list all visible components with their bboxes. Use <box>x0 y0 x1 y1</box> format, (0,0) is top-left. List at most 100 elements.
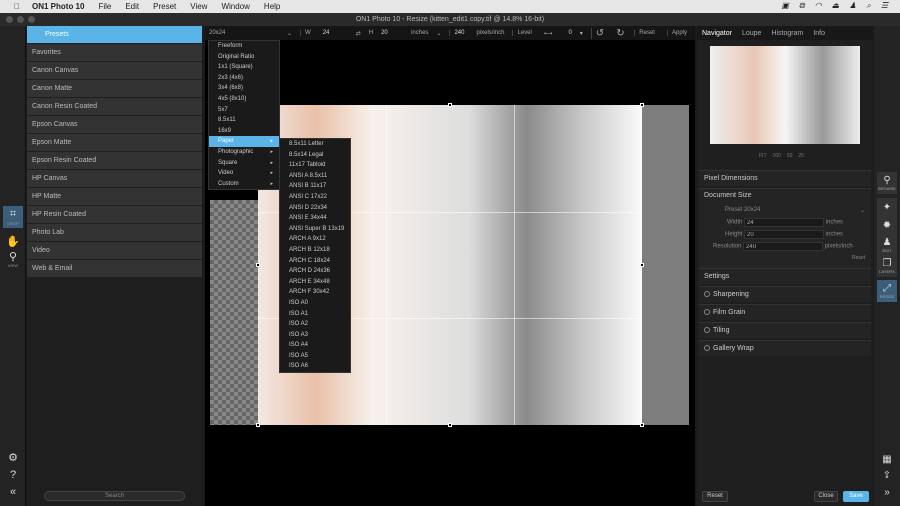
crop-menu-item[interactable]: 5x7 <box>209 105 279 116</box>
crop-tool[interactable]: ⌗ CROP <box>3 206 23 228</box>
crop-menu-item[interactable]: 4x5 (8x10) <box>209 94 279 105</box>
eject-icon[interactable]: ⏏ <box>832 1 840 11</box>
menu-file[interactable]: File <box>98 2 111 11</box>
preset-category[interactable]: Canon Resin Coated <box>27 98 202 115</box>
apple-icon[interactable]:  <box>14 2 20 11</box>
doc-height-input[interactable] <box>744 230 825 239</box>
paper-size-item[interactable]: ANSI C 17x22 <box>280 192 350 203</box>
preset-category[interactable]: Canon Canvas <box>27 62 202 79</box>
crop-menu-item[interactable]: 3x4 (6x8) <box>209 83 279 94</box>
pixel-dimensions-header[interactable]: Pixel Dimensions <box>699 170 871 186</box>
preset-category[interactable]: Video <box>27 242 202 259</box>
crop-menu-item[interactable]: 1x1 (Square) <box>209 62 279 73</box>
navigator-preview[interactable] <box>710 46 860 144</box>
crop-menu-item[interactable]: Custom ▸ <box>209 179 279 190</box>
paper-size-item[interactable]: ISO A6 <box>280 361 350 372</box>
paper-size-item[interactable]: ARCH A 9x12 <box>280 234 350 245</box>
crop-handle[interactable] <box>256 263 260 267</box>
doc-height-unit[interactable]: inches <box>826 232 843 238</box>
paper-size-item[interactable]: ARCH E 34x48 <box>280 277 350 288</box>
preset-category[interactable]: Epson Resin Coated <box>27 152 202 169</box>
resize-module-button[interactable]: ⤢ RESIZE <box>877 280 897 302</box>
width-input[interactable]: 24 <box>323 30 348 36</box>
zoom-100[interactable]: 100 <box>773 153 781 159</box>
crop-handle[interactable] <box>448 103 452 107</box>
minimize-window-button[interactable] <box>17 16 24 23</box>
preset-category[interactable]: Canon Matte <box>27 80 202 97</box>
crop-menu-item[interactable]: 16x9 <box>209 126 279 137</box>
rotate-angle-select[interactable]: 0 <box>568 30 571 36</box>
document-size-header[interactable]: Document Size <box>704 192 751 199</box>
zoom-window-button[interactable] <box>28 16 35 23</box>
edit-module-button[interactable]: ♟ EDIT <box>877 234 897 256</box>
preset-category[interactable]: Epson Canvas <box>27 116 202 133</box>
display-icon[interactable]: ⧉ <box>799 1 805 11</box>
effects-button[interactable]: ✦ <box>877 198 897 216</box>
rotate-right-icon[interactable]: ↻ <box>616 28 624 39</box>
layers-module-button[interactable]: ❐ LAYERS <box>877 255 897 277</box>
preset-search-input[interactable]: Search <box>44 491 185 501</box>
chevron-down-icon[interactable]: ⌄ <box>287 30 292 37</box>
paper-size-item[interactable]: ANSI Super B 13x19 <box>280 224 350 235</box>
doc-width-unit[interactable]: inches <box>826 220 843 226</box>
height-input[interactable]: 20 <box>381 30 403 36</box>
crop-menu-item[interactable]: 2x3 (4x6) <box>209 73 279 84</box>
crop-handle[interactable] <box>640 423 644 427</box>
crop-menu-item[interactable]: 8.5x11 <box>209 115 279 126</box>
rotate-left-icon[interactable]: ↺ <box>590 27 608 39</box>
menu-preset[interactable]: Preset <box>153 2 176 11</box>
preset-category[interactable]: Epson Matte <box>27 134 202 151</box>
crop-handle[interactable] <box>256 423 260 427</box>
crop-menu-item[interactable]: Freeform <box>209 41 279 52</box>
preset-category[interactable]: HP Canvas <box>27 170 202 187</box>
crop-menu-item[interactable]: Paper ▸ <box>209 136 279 147</box>
apply-crop-button[interactable]: Apply <box>666 30 691 36</box>
paper-size-item[interactable]: ARCH B 12x18 <box>280 245 350 256</box>
view-tool[interactable]: ⚲ VIEW <box>3 248 23 270</box>
preset-category[interactable]: Favorites <box>27 44 202 61</box>
tab-loupe[interactable]: Loupe <box>737 30 766 37</box>
menu-window[interactable]: Window <box>221 2 249 11</box>
paper-size-item[interactable]: 8.5x14 Legal <box>280 150 350 161</box>
gallery-wrap-option[interactable]: Gallery Wrap <box>699 340 871 356</box>
user-icon[interactable]: ♟ <box>849 1 856 11</box>
save-button[interactable]: Save <box>843 491 869 502</box>
crop-handle[interactable] <box>640 263 644 267</box>
paper-size-item[interactable]: ANSI E 34x44 <box>280 213 350 224</box>
tab-navigator[interactable]: Navigator <box>697 30 737 37</box>
paper-size-item[interactable]: ISO A4 <box>280 340 350 351</box>
paper-size-item[interactable]: ANSI D 22x34 <box>280 203 350 214</box>
paper-size-item[interactable]: ISO A5 <box>280 351 350 362</box>
paper-size-item[interactable]: 11x17 Tabloid <box>280 160 350 171</box>
collapse-right-button[interactable]: » <box>877 481 897 503</box>
screen-record-icon[interactable]: ▣ <box>781 1 789 11</box>
preset-category[interactable]: Presets <box>27 26 202 43</box>
doc-width-input[interactable] <box>744 218 825 227</box>
notification-list-icon[interactable]: ☰ <box>881 1 888 11</box>
menu-view[interactable]: View <box>190 2 207 11</box>
resolution-unit-select[interactable]: pixels/inch <box>476 30 504 36</box>
paper-size-item[interactable]: ARCH D 24x36 <box>280 266 350 277</box>
resolution-input[interactable]: 240 <box>449 30 468 36</box>
collapse-left-button[interactable]: « <box>3 481 23 503</box>
paper-size-item[interactable]: ISO A3 <box>280 330 350 341</box>
preset-category[interactable]: Photo Lab <box>27 224 202 241</box>
enhance-button[interactable]: ✹ <box>877 216 897 234</box>
tiling-option[interactable]: Tiling <box>699 322 871 338</box>
preset-category[interactable]: HP Matte <box>27 188 202 205</box>
app-name[interactable]: ON1 Photo 10 <box>32 2 84 11</box>
unit-select[interactable]: inches <box>411 30 428 36</box>
tab-info[interactable]: Info <box>808 30 830 37</box>
close-button[interactable]: Close <box>814 491 838 502</box>
crop-menu-item[interactable]: Square ▸ <box>209 158 279 169</box>
preset-category[interactable]: Web & Email <box>27 260 202 277</box>
paper-size-item[interactable]: ANSI A 8.5x11 <box>280 171 350 182</box>
reset-button[interactable]: Reset <box>702 491 728 502</box>
paper-size-item[interactable]: ISO A2 <box>280 319 350 330</box>
wifi-icon[interactable]: ◠ <box>815 1 822 11</box>
spotlight-search-icon[interactable]: ⌕ <box>866 1 870 11</box>
crop-menu-item[interactable]: Original Ratio <box>209 52 279 63</box>
sharpening-option[interactable]: Sharpening <box>699 286 871 302</box>
zoom-fit[interactable]: FIT <box>759 153 767 159</box>
browse-module-button[interactable]: ⚲ BROWSE <box>877 172 897 194</box>
